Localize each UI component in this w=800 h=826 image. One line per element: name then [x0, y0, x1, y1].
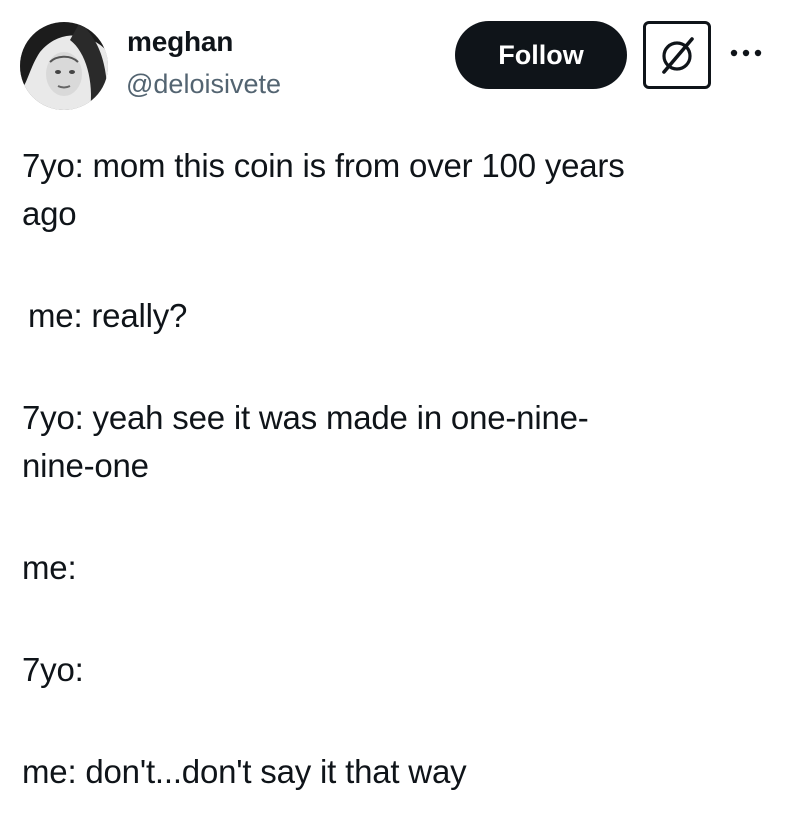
more-dots-icon [730, 49, 762, 57]
grok-button[interactable] [643, 21, 711, 89]
avatar[interactable] [20, 22, 108, 110]
author-display-name[interactable]: meghan [127, 24, 233, 60]
tweet-line: 7yo: yeah see it was made in one-nine- [22, 399, 589, 436]
follow-button[interactable]: Follow [455, 21, 627, 89]
author-handle[interactable]: @deloisivete [126, 66, 281, 102]
more-button[interactable] [722, 38, 778, 62]
tweet-header: meghan @deloisivete Follow [0, 0, 800, 120]
tweet-line: me: [22, 549, 77, 586]
tweet-line: 7yo: mom this coin is from over 100 year… [22, 147, 625, 184]
tweet-line: ago [22, 195, 77, 232]
tweet-line: 7yo: [22, 651, 84, 688]
tweet-text: 7yo: mom this coin is from over 100 year… [22, 142, 762, 796]
profile-photo-icon [20, 22, 108, 110]
tweet-line: me: don't...don't say it that way [22, 753, 467, 790]
grok-icon [662, 37, 694, 74]
tweet-line: nine-one [22, 447, 149, 484]
tweet-line: me: really? [28, 297, 188, 334]
